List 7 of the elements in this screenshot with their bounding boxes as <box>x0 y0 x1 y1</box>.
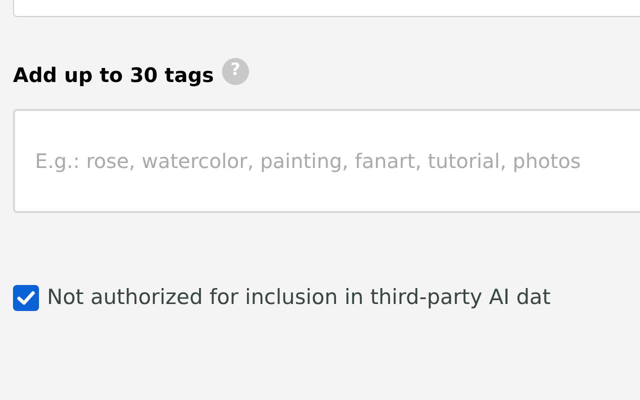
checkbox[interactable] <box>13 284 39 311</box>
checkmark-icon <box>17 290 35 306</box>
section-heading: Add up to 30 tags <box>13 62 214 89</box>
checkbox-label: Not authorized for inclusion in third-party AI dat <box>47 284 551 311</box>
tags-input-field[interactable]: E.g.: rose, watercolor, painting, fanart, tutorial, photos <box>13 109 640 213</box>
help-icon[interactable]: ? <box>222 58 249 84</box>
text-field[interactable] <box>13 0 640 17</box>
